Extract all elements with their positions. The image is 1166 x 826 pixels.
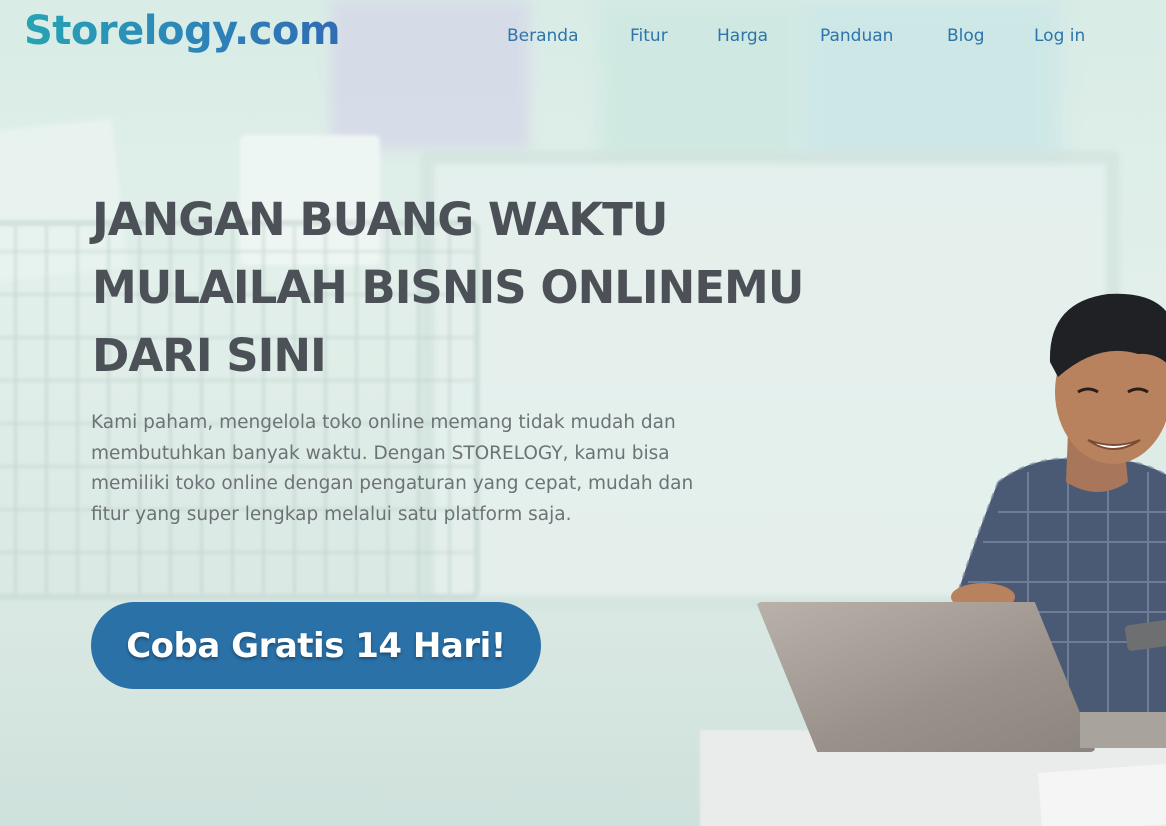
free-trial-button[interactable]: Coba Gratis 14 Hari! xyxy=(91,602,541,689)
nav-item-beranda[interactable]: Beranda xyxy=(507,26,579,46)
nav-item-blog[interactable]: Blog xyxy=(947,26,985,46)
laptop-keyboard xyxy=(1080,712,1166,748)
background-paper xyxy=(1038,763,1166,826)
nav-item-harga[interactable]: Harga xyxy=(717,26,768,46)
hero-title: JANGAN BUANG WAKTU MULAILAH BISNIS ONLIN… xyxy=(92,186,812,390)
main-navigation: Beranda Fitur Harga Panduan Blog Log in xyxy=(0,26,1166,50)
hero-title-line: DARI SINI xyxy=(92,329,327,382)
nav-item-fitur[interactable]: Fitur xyxy=(630,26,668,46)
nav-item-panduan[interactable]: Panduan xyxy=(820,26,893,46)
hero-title-line: JANGAN BUANG WAKTU xyxy=(92,193,668,246)
site-header: Storelogy.com Beranda Fitur Harga Pandua… xyxy=(0,0,1166,80)
hero-title-line: MULAILAH BISNIS ONLINEMU xyxy=(92,261,804,314)
hero-description: Kami paham, mengelola toko online memang… xyxy=(91,412,694,525)
nav-item-login[interactable]: Log in xyxy=(1034,26,1085,46)
